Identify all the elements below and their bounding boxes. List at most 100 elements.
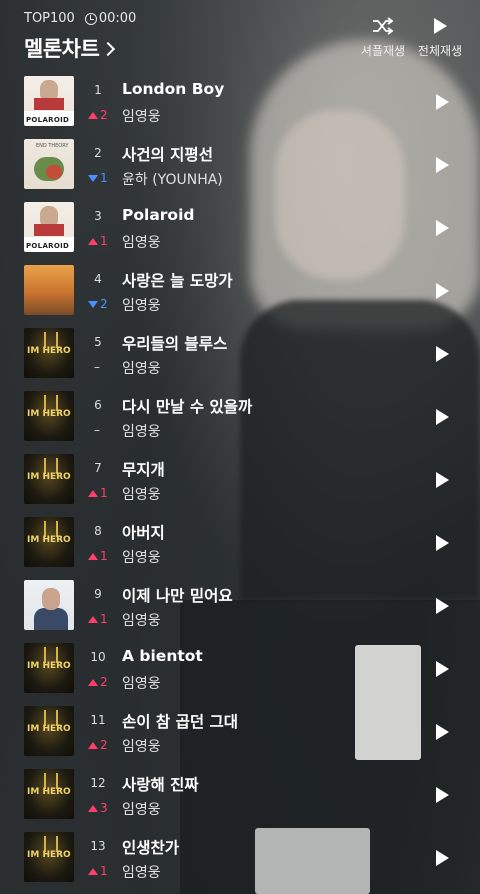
track-row[interactable]: 9 1 이제 나만 믿어요 임영웅 bbox=[0, 576, 480, 639]
rank-change-value: 2 bbox=[100, 108, 108, 122]
artist-name[interactable]: 임영웅 bbox=[122, 358, 161, 378]
play-icon[interactable] bbox=[436, 346, 449, 362]
play-icon[interactable] bbox=[436, 220, 449, 236]
artist-name[interactable]: 임영웅 bbox=[122, 736, 161, 756]
song-title[interactable]: 아버지 bbox=[122, 521, 165, 543]
shuffle-button[interactable]: 셔플재생 bbox=[357, 14, 409, 59]
play-icon[interactable] bbox=[436, 661, 449, 677]
play-icon[interactable] bbox=[436, 283, 449, 299]
album-art[interactable]: IM HERO bbox=[24, 517, 74, 567]
song-title[interactable]: 인생찬가 bbox=[122, 836, 179, 858]
chart-title-link[interactable]: 멜론차트 bbox=[24, 33, 116, 63]
track-row[interactable]: IM HERO 8 1 아버지 임영웅 bbox=[0, 513, 480, 576]
rank-change: 1 bbox=[88, 864, 112, 878]
rank-change-value: 1 bbox=[100, 612, 108, 626]
artist-name[interactable]: 임영웅 bbox=[122, 421, 161, 441]
song-title[interactable]: 사랑은 늘 도망가 bbox=[122, 269, 233, 291]
song-title[interactable]: 사랑해 진짜 bbox=[122, 773, 199, 795]
song-title[interactable]: 손이 참 곱던 그대 bbox=[122, 710, 238, 732]
rank-change: 1 bbox=[88, 486, 112, 500]
rank-change-value: – bbox=[94, 423, 100, 437]
rank-number: 8 bbox=[94, 524, 102, 538]
artist-name[interactable]: 임영웅 bbox=[122, 673, 161, 693]
artist-name[interactable]: 임영웅 bbox=[122, 862, 161, 882]
play-icon[interactable] bbox=[436, 787, 449, 803]
rank-change: 2 bbox=[88, 675, 112, 689]
album-art[interactable]: POLAROID bbox=[24, 76, 74, 126]
song-title[interactable]: 우리들의 블루스 bbox=[122, 332, 227, 354]
song-title[interactable]: 사건의 지평선 bbox=[122, 143, 213, 165]
artist-name[interactable]: 임영웅 bbox=[122, 484, 161, 504]
clock-icon bbox=[84, 12, 97, 25]
play-icon[interactable] bbox=[436, 157, 449, 173]
album-art-text: IM HERO bbox=[27, 787, 71, 797]
rank-change-value: 2 bbox=[100, 738, 108, 752]
play-all-button[interactable]: 전체재생 bbox=[412, 14, 468, 59]
arrow-down-icon bbox=[88, 300, 98, 308]
album-art[interactable]: IM HERO bbox=[24, 643, 74, 693]
rank-number: 13 bbox=[90, 839, 106, 853]
song-title[interactable]: 이제 나만 믿어요 bbox=[122, 584, 233, 606]
chart-label: TOP100 bbox=[24, 11, 75, 26]
play-icon[interactable] bbox=[436, 472, 449, 488]
rank-number: 2 bbox=[94, 146, 102, 160]
artist-name[interactable]: 임영웅 bbox=[122, 106, 161, 126]
track-row[interactable]: POLAROID 3 1 Polaroid 임영웅 bbox=[0, 198, 480, 261]
album-art[interactable] bbox=[24, 580, 74, 630]
rank-change: 2 bbox=[88, 738, 112, 752]
artist-name[interactable]: 윤하 (YOUNHA) bbox=[122, 169, 223, 189]
rank-change: 2 bbox=[88, 297, 112, 311]
play-all-label: 전체재생 bbox=[417, 44, 463, 58]
album-art[interactable]: POLAROID bbox=[24, 202, 74, 252]
arrow-up-icon bbox=[88, 552, 98, 560]
track-row[interactable]: IM HERO 6 – 다시 만날 수 있을까 임영웅 bbox=[0, 387, 480, 450]
rank-number: 5 bbox=[94, 335, 102, 349]
song-title[interactable]: 다시 만날 수 있을까 bbox=[122, 395, 252, 417]
rank-number: 12 bbox=[90, 776, 106, 790]
rank-change: 1 bbox=[88, 612, 112, 626]
album-art[interactable]: IM HERO bbox=[24, 454, 74, 504]
rank-change: 1 bbox=[88, 234, 112, 248]
artist-name[interactable]: 임영웅 bbox=[122, 295, 161, 315]
arrow-up-icon bbox=[88, 489, 98, 497]
track-row[interactable]: IM HERO 7 1 무지개 임영웅 bbox=[0, 450, 480, 513]
play-icon[interactable] bbox=[436, 598, 449, 614]
track-row[interactable]: IM HERO 5 – 우리들의 블루스 임영웅 bbox=[0, 324, 480, 387]
shuffle-label: 셔플재생 bbox=[360, 44, 406, 58]
rank-change-value: 1 bbox=[100, 171, 108, 185]
track-row[interactable]: IM HERO 10 2 A bientot 임영웅 bbox=[0, 639, 480, 702]
play-icon[interactable] bbox=[436, 409, 449, 425]
rank-change-value: 1 bbox=[100, 234, 108, 248]
track-row[interactable]: POLAROID 1 2 London Boy 임영웅 bbox=[0, 72, 480, 135]
track-row[interactable]: 4 2 사랑은 늘 도망가 임영웅 bbox=[0, 261, 480, 324]
album-art[interactable]: IM HERO bbox=[24, 832, 74, 882]
artist-name[interactable]: 임영웅 bbox=[122, 547, 161, 567]
track-row[interactable]: IM HERO 12 3 사랑해 진짜 임영웅 bbox=[0, 765, 480, 828]
play-icon[interactable] bbox=[436, 850, 449, 866]
album-art[interactable] bbox=[24, 265, 74, 315]
track-row[interactable]: IM HERO 11 2 손이 참 곱던 그대 임영웅 bbox=[0, 702, 480, 765]
album-art[interactable]: END THEORY bbox=[24, 139, 74, 189]
artist-name[interactable]: 임영웅 bbox=[122, 610, 161, 630]
album-art[interactable]: IM HERO bbox=[24, 769, 74, 819]
arrow-up-icon bbox=[88, 804, 98, 812]
song-title[interactable]: A bientot bbox=[122, 647, 203, 665]
arrow-up-icon bbox=[88, 741, 98, 749]
arrow-up-icon bbox=[88, 237, 98, 245]
album-art-text: POLAROID bbox=[26, 116, 70, 124]
track-row[interactable]: END THEORY 2 1 사건의 지평선윤하 (YOUNHA) bbox=[0, 135, 480, 198]
play-icon[interactable] bbox=[436, 94, 449, 110]
album-art[interactable]: IM HERO bbox=[24, 328, 74, 378]
rank-change-value: 1 bbox=[100, 486, 108, 500]
song-title[interactable]: 무지개 bbox=[122, 458, 165, 480]
album-art[interactable]: IM HERO bbox=[24, 391, 74, 441]
track-row[interactable]: IM HERO 13 1 인생찬가임영웅 bbox=[0, 828, 480, 891]
song-title[interactable]: London Boy bbox=[122, 80, 224, 98]
album-art[interactable]: IM HERO bbox=[24, 706, 74, 756]
song-title[interactable]: Polaroid bbox=[122, 206, 194, 224]
artist-name[interactable]: 임영웅 bbox=[122, 799, 161, 819]
artist-name[interactable]: 임영웅 bbox=[122, 232, 161, 252]
page-title: 멜론차트 bbox=[24, 37, 100, 61]
play-icon[interactable] bbox=[436, 535, 449, 551]
play-icon[interactable] bbox=[436, 724, 449, 740]
